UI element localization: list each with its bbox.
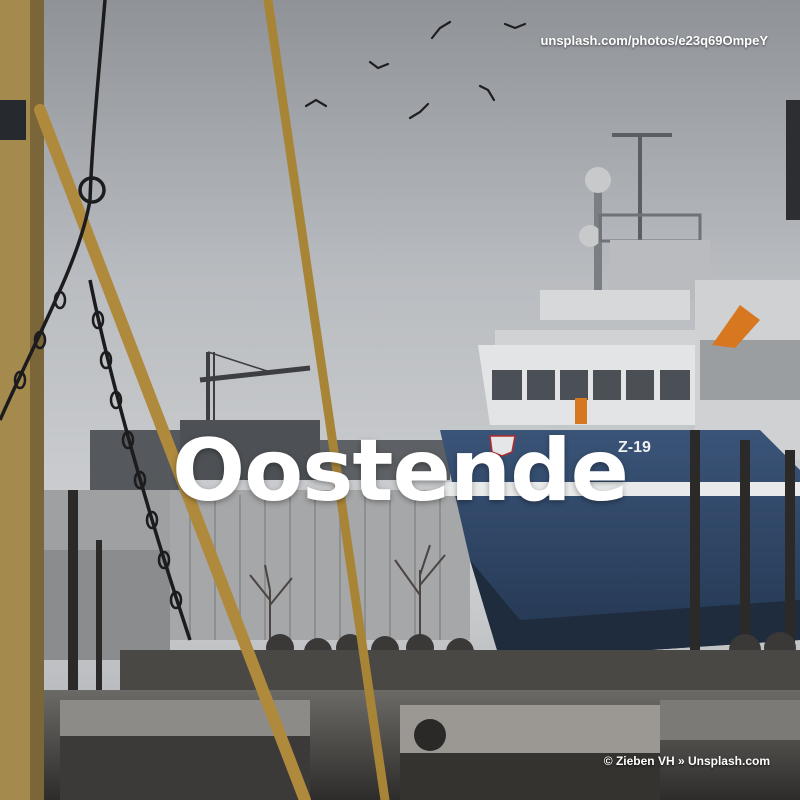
source-url-caption: unsplash.com/photos/e23q69OmpeY	[540, 33, 768, 48]
foreground-mast	[0, 0, 44, 800]
city-title: Oostende	[172, 421, 629, 521]
harbor-photo: Z-19	[0, 0, 800, 800]
photo-credit: © Zieben VH » Unsplash.com	[603, 754, 770, 768]
right-edge-structure	[786, 100, 800, 220]
photo-scene: Z-19 unsplash.com/photos/e23q69OmpeY Oos…	[0, 0, 800, 800]
